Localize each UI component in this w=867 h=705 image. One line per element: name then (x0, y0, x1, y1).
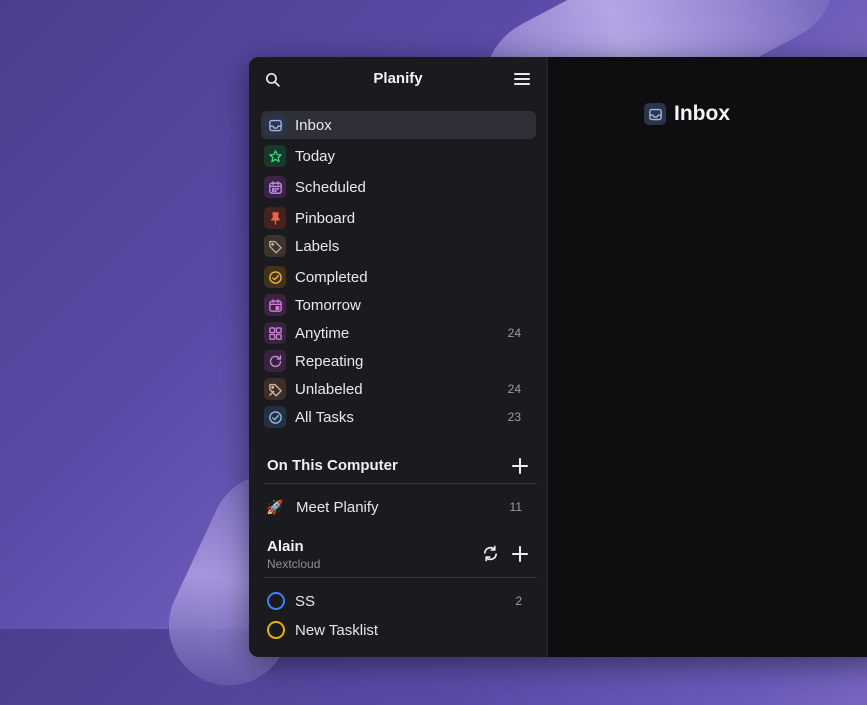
project-label: New Tasklist (295, 621, 379, 639)
project-count: 2 (515, 594, 522, 608)
sidebar-item-labels[interactable]: Labels (261, 232, 536, 260)
circle-icon (267, 621, 285, 639)
sidebar-item-today[interactable]: Today (261, 142, 536, 170)
sidebar-item-anytime[interactable]: Anytime 24 (261, 319, 536, 347)
star-icon (264, 145, 286, 167)
project-item-meet-planify[interactable]: 🚀 Meet Planify 11 (264, 494, 537, 520)
check-all-icon (264, 406, 286, 428)
add-tasklist-button[interactable] (511, 545, 529, 563)
sidebar-item-label: Scheduled (295, 178, 366, 196)
sidebar-item-label: All Tasks (295, 408, 354, 426)
menu-icon[interactable] (511, 68, 533, 90)
section-divider (264, 483, 537, 484)
inbox-icon (264, 114, 286, 136)
project-label: Meet Planify (296, 498, 379, 516)
grid-icon (264, 322, 286, 344)
sidebar-item-label: Labels (295, 237, 340, 255)
sync-icon[interactable] (482, 545, 500, 563)
calendar-icon (264, 176, 286, 198)
app-window: Planify Inbox Today Scheduled Pinboard Label… (249, 57, 867, 657)
sidebar-item-scheduled[interactable]: Scheduled (261, 173, 536, 201)
project-item-ss[interactable]: SS 2 (264, 588, 537, 614)
sidebar-item-label: Tomorrow (295, 296, 361, 314)
sidebar-item-label: Completed (295, 268, 368, 286)
sidebar-item-tomorrow[interactable]: Tomorrow (261, 291, 536, 319)
sidebar-item-count: 24 (507, 382, 521, 396)
section-divider (264, 577, 537, 578)
sidebar: Planify Inbox Today Scheduled Pinboard Label… (249, 57, 548, 657)
section-title-account: Alain (267, 538, 304, 555)
page-title: Inbox (644, 102, 730, 126)
project-label: SS (295, 592, 316, 610)
sidebar-item-label: Pinboard (295, 209, 356, 227)
section-title-local: On This Computer (267, 457, 398, 474)
sidebar-item-label: Unlabeled (295, 380, 363, 398)
sidebar-header: Planify (249, 57, 547, 101)
sidebar-item-label: Today (295, 147, 336, 165)
check-circle-icon (264, 266, 286, 288)
page-title-text: Inbox (674, 102, 730, 125)
pin-icon (264, 207, 286, 229)
tag-icon (264, 235, 286, 257)
tag-off-icon (264, 378, 286, 400)
sidebar-item-label: Inbox (295, 116, 332, 134)
sidebar-item-pinboard[interactable]: Pinboard (261, 204, 536, 232)
project-item-new-tasklist[interactable]: New Tasklist (264, 617, 537, 643)
sidebar-item-label: Anytime (295, 324, 350, 342)
sidebar-item-unlabeled[interactable]: Unlabeled 24 (261, 375, 536, 403)
main-content: Inbox (548, 57, 867, 657)
project-count: 11 (509, 500, 522, 514)
add-project-button[interactable] (511, 457, 529, 475)
circle-icon (267, 592, 285, 610)
sidebar-item-count: 24 (507, 326, 521, 340)
sidebar-item-label: Repeating (295, 352, 364, 370)
calendar-day-icon (264, 294, 286, 316)
repeat-icon (264, 350, 286, 372)
sidebar-item-count: 23 (507, 410, 521, 424)
sidebar-item-inbox[interactable]: Inbox (261, 111, 536, 139)
sidebar-item-completed[interactable]: Completed (261, 263, 536, 291)
app-title: Planify (373, 70, 423, 87)
inbox-icon (644, 103, 666, 125)
sidebar-item-repeating[interactable]: Repeating (261, 347, 536, 375)
section-subtitle-account: Nextcloud (267, 557, 321, 571)
rocket-icon: 🚀 (266, 498, 284, 515)
sidebar-item-all-tasks[interactable]: All Tasks 23 (261, 403, 536, 431)
